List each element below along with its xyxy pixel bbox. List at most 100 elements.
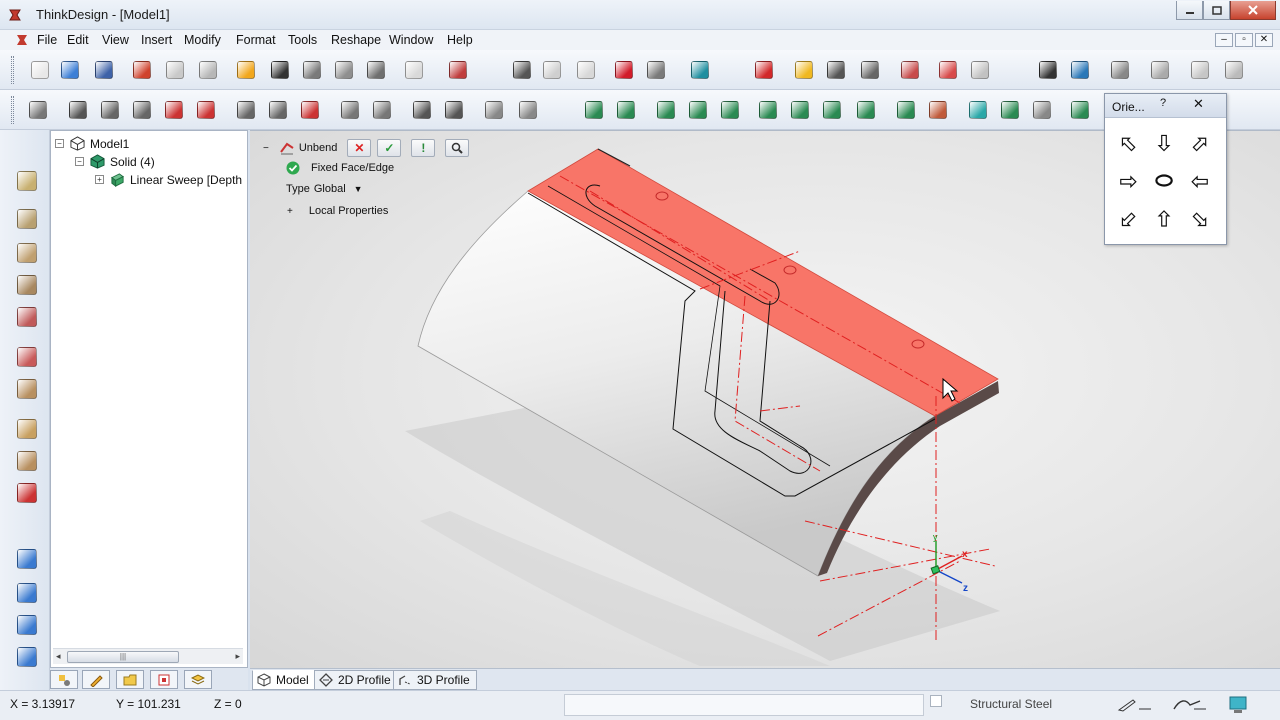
layers-button[interactable] bbox=[1188, 58, 1212, 82]
pocket-button[interactable] bbox=[926, 98, 950, 122]
box-button[interactable] bbox=[756, 98, 780, 122]
orient-iso-icon[interactable]: ⬭ bbox=[1151, 168, 1177, 194]
shape-button[interactable] bbox=[898, 58, 922, 82]
param-button[interactable] bbox=[14, 546, 40, 572]
table-button[interactable] bbox=[402, 58, 426, 82]
orient-front-left-icon[interactable]: ⬋ bbox=[1115, 206, 1141, 232]
folder-tab[interactable] bbox=[116, 670, 144, 689]
menu-view[interactable]: View bbox=[102, 33, 129, 47]
tree-horizontal-scrollbar[interactable]: ◂ ||| ▸ bbox=[53, 648, 243, 664]
confirm-command-button[interactable]: ✓ bbox=[377, 139, 402, 157]
menu-tools[interactable]: Tools bbox=[288, 33, 317, 47]
tab-model[interactable]: Model bbox=[252, 670, 316, 690]
toolbar-grip[interactable] bbox=[11, 56, 14, 84]
scroll-left-icon[interactable]: ◂ bbox=[56, 651, 61, 662]
shaded-box-button[interactable] bbox=[234, 58, 258, 82]
boolean-button[interactable] bbox=[894, 98, 918, 122]
hole-button[interactable] bbox=[654, 98, 678, 122]
orient-top-icon[interactable]: ⬇ bbox=[1151, 130, 1177, 156]
expand-icon[interactable]: + bbox=[95, 175, 104, 184]
bisector-button[interactable] bbox=[162, 98, 186, 122]
draft-button[interactable] bbox=[718, 98, 742, 122]
curve-tool-button[interactable] bbox=[688, 58, 712, 82]
orientation-header[interactable]: Orie... ? ✕ bbox=[1105, 94, 1226, 118]
stamp-tab[interactable] bbox=[150, 670, 178, 689]
free-curve-button[interactable] bbox=[370, 98, 394, 122]
cluster-button[interactable] bbox=[854, 98, 878, 122]
orient-bottom-icon[interactable]: ⬆ bbox=[1151, 206, 1177, 232]
orient-front-right-icon[interactable]: ⬊ bbox=[1187, 206, 1213, 232]
orient-right-icon[interactable]: ⬅ bbox=[1187, 168, 1213, 194]
snap-button[interactable] bbox=[1108, 58, 1132, 82]
collapse-icon[interactable]: − bbox=[55, 139, 64, 148]
local-properties-row[interactable]: + Local Properties bbox=[287, 205, 388, 217]
monitor-icon[interactable] bbox=[1228, 695, 1248, 715]
mesh-button[interactable] bbox=[644, 58, 668, 82]
rectangle-button[interactable] bbox=[410, 98, 434, 122]
collapse-icon[interactable]: − bbox=[75, 157, 84, 166]
sphere-button[interactable] bbox=[268, 58, 292, 82]
fillet-button[interactable] bbox=[482, 98, 506, 122]
menu-file[interactable]: File bbox=[37, 33, 57, 47]
layers-tab[interactable] bbox=[184, 670, 212, 689]
status-checkbox[interactable] bbox=[930, 695, 942, 707]
red-polyhedron-button[interactable] bbox=[612, 58, 636, 82]
line-button[interactable] bbox=[66, 98, 90, 122]
select-solid-button[interactable] bbox=[574, 58, 598, 82]
minimize-button[interactable] bbox=[1176, 1, 1203, 20]
crate-button[interactable] bbox=[14, 448, 40, 474]
transform-button[interactable] bbox=[968, 58, 992, 82]
copy-button[interactable] bbox=[936, 58, 960, 82]
orientation-close-button[interactable]: ✕ bbox=[1193, 96, 1204, 112]
new-button[interactable] bbox=[28, 58, 52, 82]
sketch-tab[interactable] bbox=[82, 670, 110, 689]
save-button[interactable] bbox=[92, 58, 116, 82]
spline-button[interactable] bbox=[26, 98, 50, 122]
close-button[interactable] bbox=[1230, 1, 1276, 20]
axes-button[interactable] bbox=[14, 480, 40, 506]
polygon-button[interactable] bbox=[442, 98, 466, 122]
mdi-close-button[interactable]: ✕ bbox=[1255, 33, 1273, 47]
menu-edit[interactable]: Edit bbox=[67, 33, 89, 47]
layer-group-button[interactable] bbox=[1222, 58, 1246, 82]
tab-3d-profile[interactable]: 3D Profile bbox=[393, 670, 477, 690]
select-button[interactable] bbox=[510, 58, 534, 82]
arc-button[interactable] bbox=[298, 98, 322, 122]
flange-button[interactable] bbox=[14, 240, 40, 266]
tree-node-linear-sweep[interactable]: + Linear Sweep [Depth bbox=[95, 172, 242, 187]
unbend-button[interactable] bbox=[14, 344, 40, 370]
menu-insert[interactable]: Insert bbox=[141, 33, 172, 47]
circle-button[interactable] bbox=[266, 98, 290, 122]
angle-button[interactable] bbox=[130, 98, 154, 122]
fix-button[interactable] bbox=[858, 58, 882, 82]
parallel-button[interactable] bbox=[98, 98, 122, 122]
dropdown-arrow-icon[interactable]: ▼ bbox=[354, 184, 363, 194]
crosshair-button[interactable] bbox=[194, 98, 218, 122]
split-button[interactable] bbox=[196, 58, 220, 82]
orient-back-left-icon[interactable]: ⬉ bbox=[1115, 130, 1141, 156]
bend-button[interactable] bbox=[14, 206, 40, 232]
trim-button[interactable] bbox=[824, 58, 848, 82]
info-button[interactable]: ! bbox=[411, 139, 436, 157]
menu-modify[interactable]: Modify bbox=[184, 33, 221, 47]
edit-part-button[interactable] bbox=[14, 612, 40, 638]
menu-reshape[interactable]: Reshape bbox=[331, 33, 381, 47]
unfold-button[interactable] bbox=[14, 272, 40, 298]
tree-node-solid[interactable]: − Solid (4) bbox=[75, 154, 155, 169]
cancel-command-button[interactable]: ✕ bbox=[347, 139, 372, 157]
measure-button[interactable] bbox=[364, 58, 388, 82]
type-value[interactable]: Global bbox=[314, 183, 346, 195]
fixed-face-row[interactable]: Fixed Face/Edge bbox=[286, 161, 394, 175]
chamfer-button[interactable] bbox=[516, 98, 540, 122]
menu-format[interactable]: Format bbox=[236, 33, 276, 47]
scroll-right-icon[interactable]: ▸ bbox=[235, 651, 240, 662]
orientation-help-button[interactable]: ? bbox=[1155, 97, 1171, 113]
open-button[interactable] bbox=[58, 58, 82, 82]
orient-back-right-icon[interactable]: ⬈ bbox=[1187, 130, 1213, 156]
mdi-minimize-button[interactable]: – bbox=[1215, 33, 1233, 47]
sparkle-button[interactable] bbox=[792, 58, 816, 82]
tree-node-model[interactable]: − Model1 bbox=[55, 136, 129, 151]
compound-button[interactable] bbox=[1030, 98, 1054, 122]
zoom-button[interactable] bbox=[300, 58, 324, 82]
orient-left-icon[interactable]: ➡ bbox=[1115, 168, 1141, 194]
